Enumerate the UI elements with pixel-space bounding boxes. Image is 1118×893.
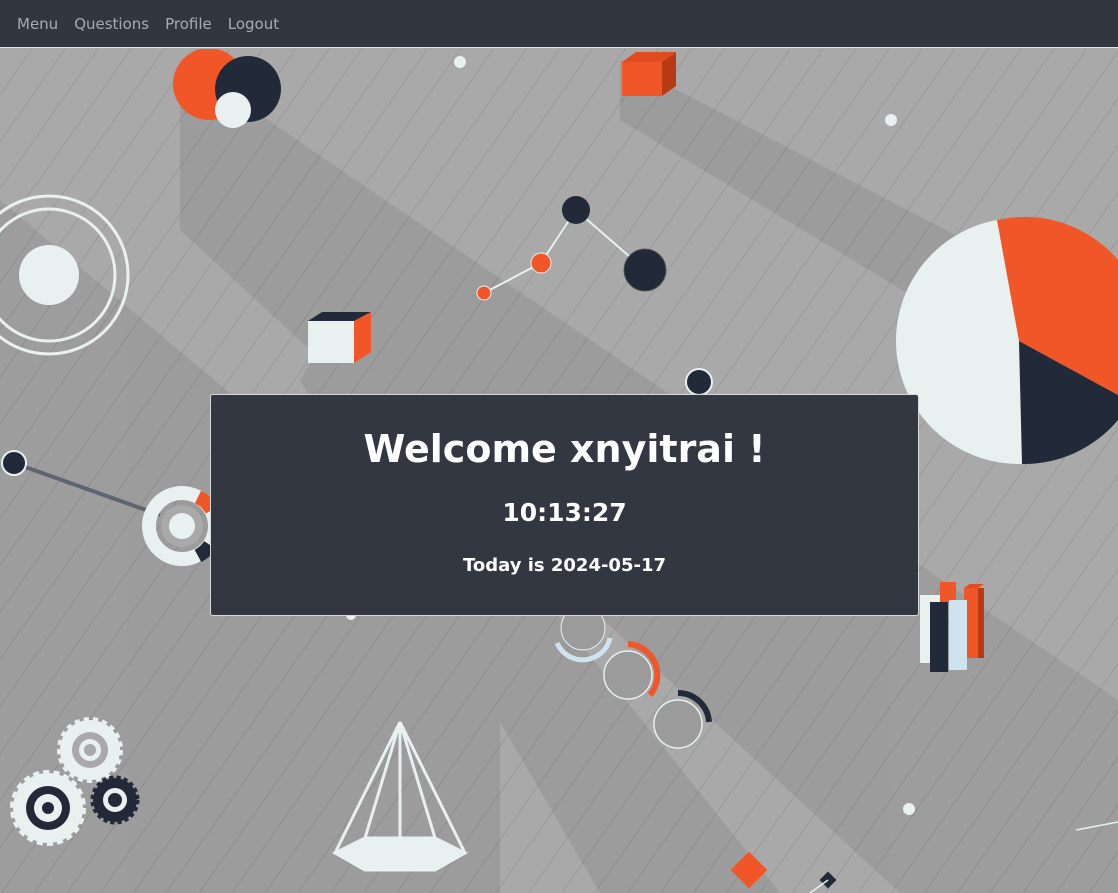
welcome-heading: Welcome xnyitrai ! bbox=[363, 427, 766, 471]
nav-questions-link[interactable]: Questions bbox=[74, 15, 149, 33]
today-date: Today is 2024-05-17 bbox=[462, 555, 667, 576]
top-navbar: Menu Questions Profile Logout bbox=[0, 0, 1118, 48]
welcome-card: Welcome xnyitrai ! 10:13:27 Today is 202… bbox=[210, 394, 919, 616]
cube-graphic bbox=[308, 312, 371, 363]
cube-graphic bbox=[622, 52, 676, 96]
clock-time: 10:13:27 bbox=[502, 498, 627, 527]
nav-profile-link[interactable]: Profile bbox=[165, 15, 212, 33]
nav-menu-link[interactable]: Menu bbox=[17, 15, 58, 33]
nav-logout-link[interactable]: Logout bbox=[228, 15, 279, 33]
